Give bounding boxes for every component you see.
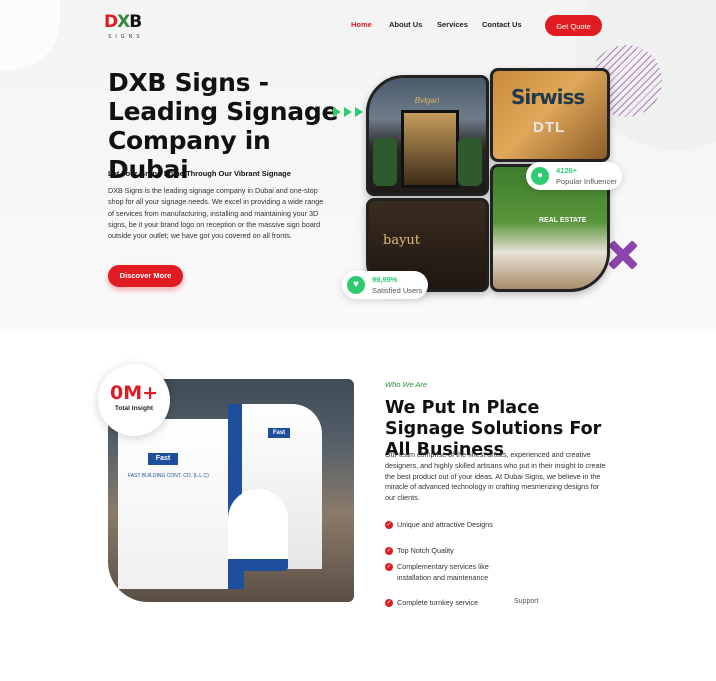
check-icon: ✓ bbox=[385, 521, 393, 529]
check-icon: ✓ bbox=[385, 563, 393, 571]
nav-home[interactable]: Home bbox=[351, 20, 372, 29]
user-icon: ● bbox=[531, 167, 549, 185]
next-section-edge bbox=[0, 672, 716, 681]
nav-services[interactable]: Services bbox=[437, 20, 468, 29]
heart-icon: ♥ bbox=[347, 276, 365, 294]
booth-counter bbox=[228, 489, 288, 571]
influencer-badge: ● 4126+ Popular Influencer bbox=[526, 162, 622, 190]
main-navigation: Home About Us Services Contact Us bbox=[0, 20, 716, 34]
storefront-sign: Bvlgari bbox=[414, 96, 440, 105]
satisfied-users-value: 99,99% bbox=[372, 275, 398, 284]
total-insight-value: 0M+ bbox=[109, 382, 159, 404]
satisfied-users-label: Satisfied Users bbox=[372, 286, 423, 295]
section-paragraph: Our team comprise of the finest artists,… bbox=[385, 450, 606, 503]
section-eyebrow: Who We Are bbox=[385, 380, 428, 389]
check-icon: ✓ bbox=[385, 599, 393, 607]
logo-subtitle: SIGNS bbox=[108, 34, 144, 40]
reception-sign-photo: Sirwiss DTL bbox=[490, 68, 610, 162]
hero-paragraph: DXB Signs is the leading signage company… bbox=[108, 186, 324, 241]
photo-sign-text: Sirwiss bbox=[511, 85, 585, 109]
booth-panel: Fast FAST BUILDING CONT. CO. (L.L.C) bbox=[118, 419, 244, 589]
hero-subtitle: Let Your Brand Shine Through Our Vibrant… bbox=[108, 169, 291, 178]
nav-contact-us[interactable]: Contact Us bbox=[482, 20, 522, 29]
photo-sign-text: REAL ESTATE bbox=[539, 217, 587, 224]
hero-section: DXB SIGNS Home About Us Services Contact… bbox=[0, 0, 716, 332]
discover-more-button[interactable]: Discover More bbox=[108, 265, 183, 287]
hero-title: DXB Signs - Leading Signage Company in D… bbox=[108, 68, 339, 184]
influencer-count: 4126+ bbox=[556, 166, 578, 175]
close-x-icon bbox=[606, 238, 640, 272]
influencer-label: Popular Influencer bbox=[556, 177, 617, 186]
decorative-shape bbox=[0, 0, 60, 70]
support-text: Support bbox=[514, 598, 539, 605]
check-icon: ✓ bbox=[385, 547, 393, 555]
get-quote-button[interactable]: Get Quote bbox=[545, 15, 602, 36]
satisfied-users-badge: ♥ 99,99% Satisfied Users bbox=[342, 271, 428, 299]
total-insight-label: Total Insight bbox=[114, 405, 154, 412]
photo-sign-text: bayut bbox=[383, 233, 421, 248]
nav-about-us[interactable]: About Us bbox=[389, 20, 422, 29]
storefront-photo: Bvlgari bbox=[366, 75, 489, 196]
photo-sign-text: DTL bbox=[533, 119, 566, 136]
total-insight-badge: 0M+ Total Insight bbox=[98, 364, 170, 436]
